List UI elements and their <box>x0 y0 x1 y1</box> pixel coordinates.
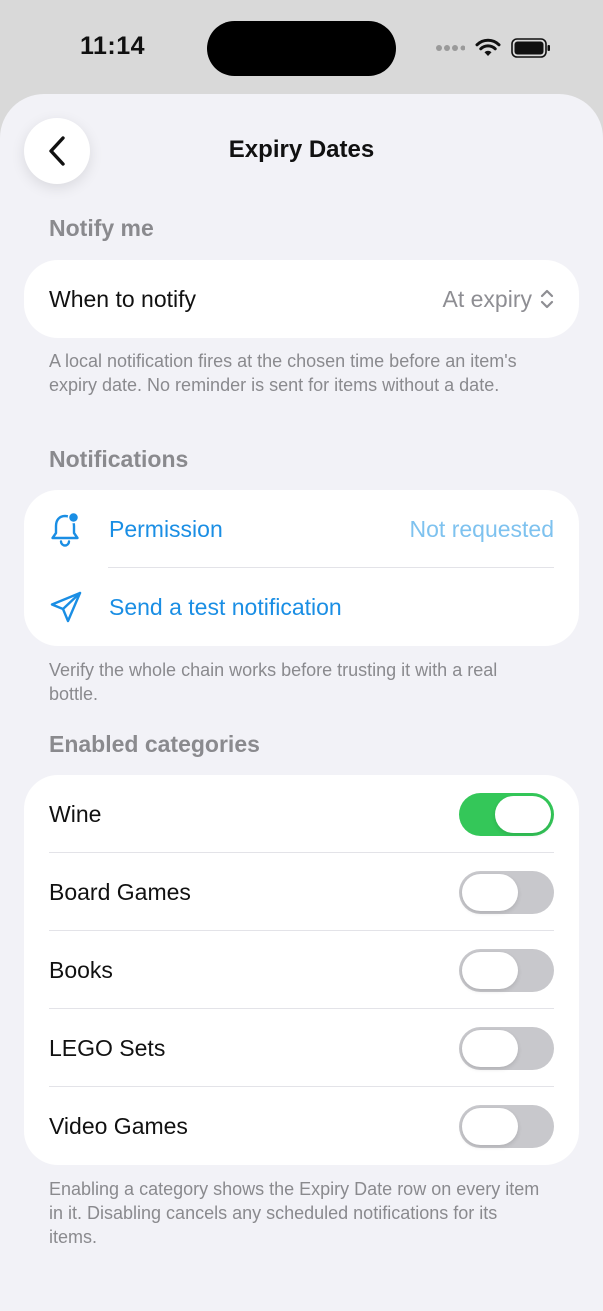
notifications-card: Permission Not requested Send a test not… <box>24 490 579 646</box>
paper-plane-icon <box>50 591 82 623</box>
category-row-video-games: Video Games <box>24 1087 579 1165</box>
toggle-knob <box>462 873 518 911</box>
when-to-notify-value: At expiry <box>442 285 532 312</box>
category-toggle-board-games[interactable] <box>459 870 554 914</box>
category-row-wine: Wine <box>24 775 579 853</box>
send-test-row[interactable]: Send a test notification <box>24 568 579 646</box>
page-title: Expiry Dates <box>228 136 375 163</box>
category-toggle-lego-sets[interactable] <box>459 1026 554 1070</box>
category-row-lego-sets: LEGO Sets <box>24 1009 579 1087</box>
status-icons <box>435 37 551 59</box>
category-toggle-books[interactable] <box>459 948 554 992</box>
permission-status: Not requested <box>409 515 554 542</box>
cellular-signal-icon <box>436 45 465 51</box>
toggle-knob <box>495 795 551 833</box>
categories-card: Wine Board Games Books LEGO Sets Video G… <box>24 775 579 1165</box>
categories-footer: Enabling a category shows the Expiry Dat… <box>49 1179 540 1247</box>
category-label: LEGO Sets <box>49 1034 166 1061</box>
bell-badge-icon <box>51 511 80 547</box>
toggle-knob <box>462 951 518 989</box>
permission-row[interactable]: Permission Not requested <box>24 490 579 568</box>
notify-footer: A local notification fires at the chosen… <box>49 351 517 395</box>
section-header-categories: Enabled categories <box>49 731 260 757</box>
toggle-knob <box>462 1029 518 1067</box>
category-toggle-wine[interactable] <box>459 792 554 836</box>
toggle-knob <box>462 1107 518 1145</box>
when-to-notify-label: When to notify <box>49 285 197 312</box>
wifi-icon <box>475 38 501 56</box>
category-label: Books <box>49 956 113 983</box>
section-header-notifications: Notifications <box>49 446 189 472</box>
category-row-board-games: Board Games <box>24 853 579 931</box>
when-to-notify-picker[interactable]: At expiry <box>443 286 554 313</box>
category-row-books: Books <box>24 931 579 1009</box>
category-label: Wine <box>49 800 102 827</box>
notify-card: When to notify At expiry <box>24 260 579 338</box>
chevron-up-down-icon <box>540 289 554 309</box>
category-label: Video Games <box>49 1112 188 1139</box>
settings-sheet: Expiry Dates Notify me When to notify At… <box>0 94 603 1311</box>
section-header-notify-me: Notify me <box>49 215 154 241</box>
when-to-notify-row[interactable]: When to notify At expiry <box>24 260 579 338</box>
category-label: Board Games <box>49 878 191 905</box>
status-time: 11:14 <box>80 32 146 60</box>
status-bar: 11:14 <box>0 0 603 95</box>
permission-label: Permission <box>109 515 223 542</box>
category-toggle-video-games[interactable] <box>459 1104 554 1148</box>
notifications-footer: Verify the whole chain works before trus… <box>49 660 498 704</box>
battery-icon <box>511 38 550 58</box>
send-test-label: Send a test notification <box>109 593 342 620</box>
dynamic-island <box>207 21 396 76</box>
